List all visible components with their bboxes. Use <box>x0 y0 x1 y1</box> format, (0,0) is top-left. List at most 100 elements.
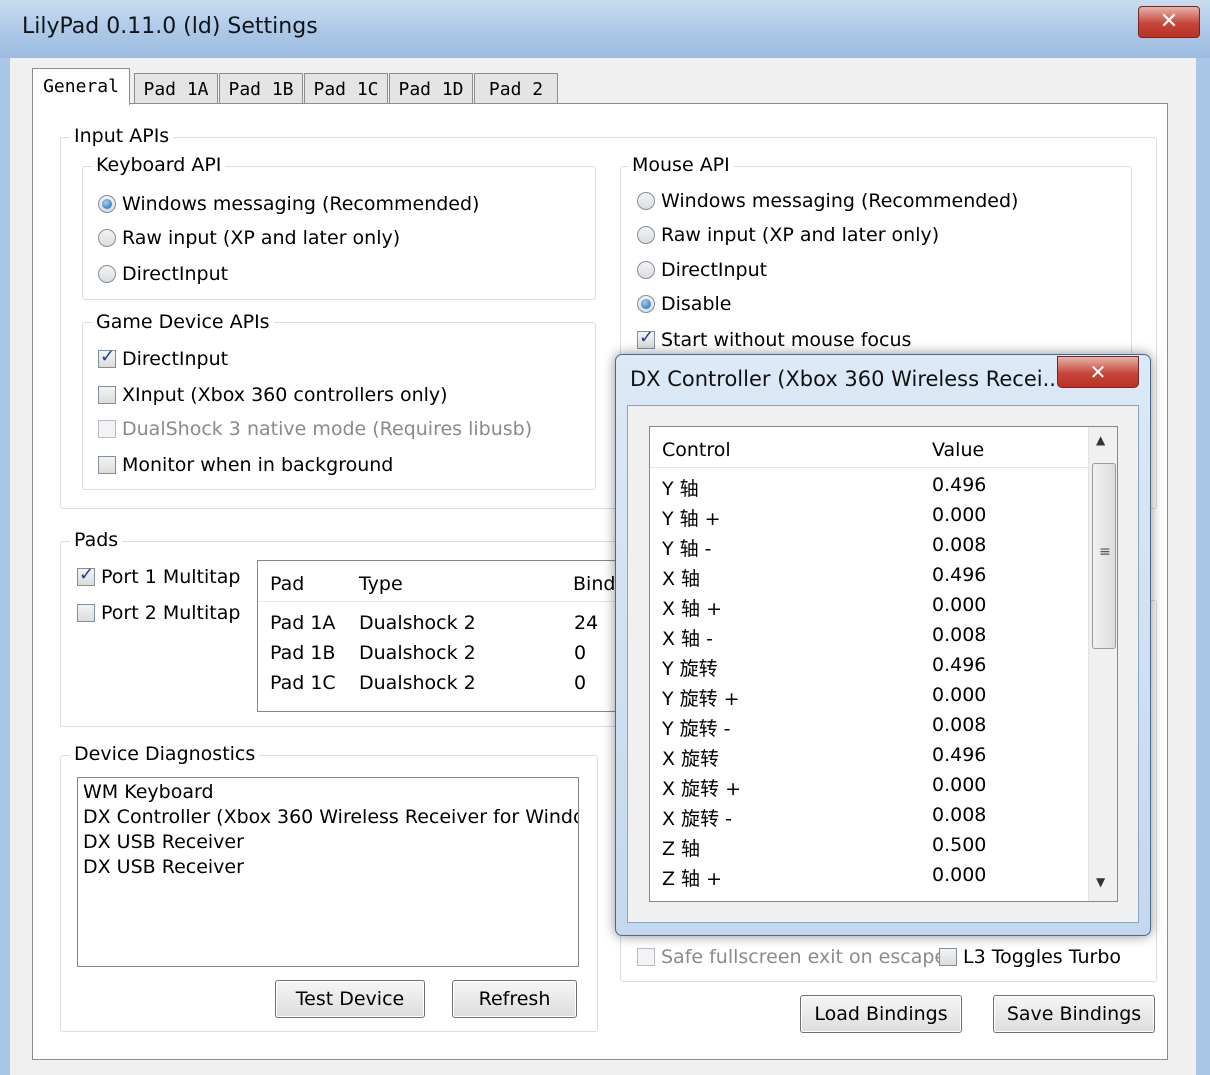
control-name: X 轴 <box>662 568 701 590</box>
table-row[interactable]: Pad 1C Dualshock 2 0 <box>258 668 623 698</box>
game-device-directinput-checkbox[interactable]: DirectInput <box>98 346 228 370</box>
checkbox-icon[interactable] <box>98 455 116 474</box>
pads-list[interactable]: Pad Type Bindi Pad 1A Dualshock 2 24 Pad… <box>257 560 624 712</box>
control-name: Y 轴 - <box>662 538 712 560</box>
radio-icon[interactable] <box>637 260 655 279</box>
radio-icon[interactable] <box>637 191 655 210</box>
game-device-xinput-checkbox[interactable]: XInput (Xbox 360 controllers only) <box>98 383 448 406</box>
scrollbar-thumb[interactable]: ≡ <box>1092 463 1116 649</box>
checkbox-checked-icon[interactable] <box>637 327 655 349</box>
start-without-mouse-focus-checkbox[interactable]: Start without mouse focus <box>637 327 911 351</box>
control-value: 0.008 <box>932 624 987 646</box>
pads-label: Pads <box>70 529 123 551</box>
port1-multitap-checkbox[interactable]: Port 1 Multitap <box>77 564 240 588</box>
window-titlebar[interactable]: LilyPad 0.11.0 (ld) Settings ✕ <box>0 0 1210 59</box>
mouse-option-raw-input[interactable]: Raw input (XP and later only) <box>637 223 939 246</box>
list-item[interactable]: Y 轴 - 0.008 <box>650 531 1088 561</box>
column-header-bindings[interactable]: Bindi <box>573 573 621 595</box>
controller-values-list[interactable]: Control Value Y 轴 0.496 Y 轴 + 0.000 Y 轴 - 0.0… <box>649 426 1118 902</box>
table-row[interactable]: Pad 1A Dualshock 2 24 <box>258 608 623 638</box>
checkbox-checked-icon[interactable] <box>77 564 95 586</box>
control-name: Y 轴 + <box>662 508 721 530</box>
tab-general[interactable]: General <box>32 68 130 105</box>
list-item[interactable]: Y 旋转 - 0.008 <box>650 711 1088 741</box>
controller-diagnostics-popup[interactable]: DX Controller (Xbox 360 Wireless Recei..… <box>615 354 1151 936</box>
save-bindings-button[interactable]: Save Bindings <box>993 995 1155 1033</box>
refresh-button[interactable]: Refresh <box>452 980 577 1018</box>
control-name: X 旋转 + <box>662 778 742 800</box>
checkbox-checked-icon[interactable] <box>98 346 116 368</box>
checkbox-disabled-icon <box>98 419 116 438</box>
checkbox-icon[interactable] <box>77 603 95 622</box>
list-item[interactable]: X 轴 + 0.000 <box>650 591 1088 621</box>
radio-icon[interactable] <box>98 264 116 283</box>
list-item[interactable]: X 轴 0.496 <box>650 561 1088 591</box>
popup-title: DX Controller (Xbox 360 Wireless Recei..… <box>630 367 1063 391</box>
device-list[interactable]: WM Keyboard DX Controller (Xbox 360 Wire… <box>77 777 579 967</box>
keyboard-api-label: Keyboard API <box>92 154 226 176</box>
test-device-button[interactable]: Test Device <box>275 980 425 1018</box>
vertical-scrollbar[interactable]: ▲ ≡ ▼ <box>1088 427 1117 901</box>
list-item[interactable]: DX USB Receiver <box>83 855 573 880</box>
list-item[interactable]: Y 轴 0.496 <box>650 471 1088 501</box>
list-item[interactable]: Y 旋转 + 0.000 <box>650 681 1088 711</box>
column-header-value[interactable]: Value <box>932 439 984 461</box>
list-item[interactable]: WM Keyboard <box>83 780 573 805</box>
keyboard-option-windows-messaging[interactable]: Windows messaging (Recommended) <box>98 192 479 215</box>
game-device-monitor-background-checkbox[interactable]: Monitor when in background <box>98 453 393 476</box>
tab-pad-1c[interactable]: Pad 1C <box>304 73 388 104</box>
list-item[interactable]: Z 轴 + 0.000 <box>650 861 1088 891</box>
port2-multitap-checkbox[interactable]: Port 2 Multitap <box>77 601 240 624</box>
mouse-api-label: Mouse API <box>628 154 734 176</box>
control-value: 0.000 <box>932 774 987 796</box>
list-item[interactable]: X 旋转 + 0.000 <box>650 771 1088 801</box>
list-item[interactable]: X 旋转 0.496 <box>650 741 1088 771</box>
radio-selected-icon[interactable] <box>98 194 116 213</box>
mouse-option-disable[interactable]: Disable <box>637 292 731 315</box>
list-item[interactable]: X 旋转 - 0.008 <box>650 801 1088 831</box>
tab-pad-1b[interactable]: Pad 1B <box>219 73 303 104</box>
table-row[interactable]: Pad 1B Dualshock 2 0 <box>258 638 623 668</box>
list-item[interactable]: Y 旋转 0.496 <box>650 651 1088 681</box>
tab-pad-1d[interactable]: Pad 1D <box>389 73 473 104</box>
input-apis-label: Input APIs <box>70 125 174 147</box>
pads-list-header: Pad Type Bindi <box>258 561 623 602</box>
close-icon[interactable]: ✕ <box>1138 6 1200 38</box>
checkbox-icon[interactable] <box>637 947 655 966</box>
control-value: 0.496 <box>932 474 987 496</box>
keyboard-option-raw-input[interactable]: Raw input (XP and later only) <box>98 226 400 249</box>
close-icon[interactable]: ✕ <box>1057 356 1139 388</box>
radio-icon[interactable] <box>637 225 655 244</box>
control-value: 0.008 <box>932 714 987 736</box>
grip-icon: ≡ <box>1099 544 1111 560</box>
control-name: X 旋转 <box>662 748 720 770</box>
list-item[interactable]: Z 轴 0.500 <box>650 831 1088 861</box>
scroll-up-arrow-icon[interactable]: ▲ <box>1096 433 1105 447</box>
l3-toggles-turbo-checkbox[interactable]: L3 Toggles Turbo <box>939 945 1121 968</box>
checkbox-icon[interactable] <box>98 385 116 404</box>
mouse-option-directinput[interactable]: DirectInput <box>637 258 767 281</box>
column-header-control[interactable]: Control <box>662 439 731 461</box>
control-name: X 旋转 - <box>662 808 732 830</box>
column-header-pad[interactable]: Pad <box>270 573 304 595</box>
radio-selected-icon[interactable] <box>637 294 655 313</box>
controller-rows: Y 轴 0.496 Y 轴 +0.000 Y 轴 -0.008 X 轴 0.496 X 轴 … <box>650 468 1117 891</box>
list-item[interactable]: DX USB Receiver <box>83 830 573 855</box>
tab-pad-1a[interactable]: Pad 1A <box>134 73 218 104</box>
tab-pad-2[interactable]: Pad 2 <box>474 73 558 104</box>
safe-fullscreen-exit-checkbox[interactable]: Safe fullscreen exit on escape <box>637 945 946 968</box>
control-value: 0.008 <box>932 534 987 556</box>
scroll-down-arrow-icon[interactable]: ▼ <box>1096 875 1105 889</box>
list-item[interactable]: DX Controller (Xbox 360 Wireless Receive… <box>83 805 578 830</box>
column-header-type[interactable]: Type <box>359 573 403 595</box>
keyboard-option-directinput[interactable]: DirectInput <box>98 262 228 285</box>
mouse-option-windows-messaging[interactable]: Windows messaging (Recommended) <box>637 189 1018 212</box>
game-device-dualshock3-checkbox: DualShock 3 native mode (Requires libusb… <box>98 417 532 440</box>
list-item[interactable]: Y 轴 + 0.000 <box>650 501 1088 531</box>
control-value: 0.000 <box>932 864 987 886</box>
game-device-apis-label: Game Device APIs <box>92 311 274 333</box>
checkbox-icon[interactable] <box>939 947 957 966</box>
radio-icon[interactable] <box>98 228 116 247</box>
list-item[interactable]: X 轴 - 0.008 <box>650 621 1088 651</box>
load-bindings-button[interactable]: Load Bindings <box>800 995 962 1033</box>
